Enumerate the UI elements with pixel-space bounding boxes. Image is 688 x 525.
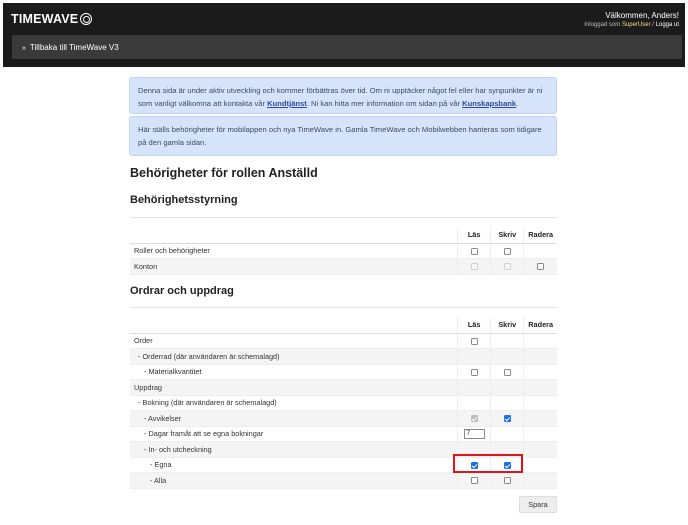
highlight-annotation-box [453, 454, 523, 473]
table-row: - Materialkvantitet [130, 364, 557, 380]
row-label: Order [130, 333, 458, 349]
divider [130, 217, 557, 218]
read-checkbox-checked-disabled [470, 415, 478, 423]
table-header-row: Läs Skriv Radera [130, 317, 557, 334]
logo-text: TIMEWAVE [11, 12, 79, 26]
table-row: - Dagar framåt att se egna bokningar 7 [130, 426, 557, 442]
table-row: - Orderrad (där användaren är schemalagd… [130, 348, 557, 365]
row-label: - Avvikelser [130, 410, 458, 427]
info-text: . Ni kan hitta mer information om sidan … [306, 99, 463, 108]
section-title-orders-assignments: Ordrar och uppdrag [130, 285, 234, 297]
read-checkbox[interactable] [470, 337, 478, 345]
column-header-label [130, 227, 458, 244]
delete-checkbox[interactable] [537, 263, 545, 271]
table-row: Order [130, 333, 557, 349]
logo[interactable]: TIMEWAVE [11, 12, 93, 26]
row-label: Uppdrag [130, 379, 458, 396]
user-link[interactable]: SuperUser [622, 22, 651, 28]
read-checkbox[interactable] [470, 368, 478, 376]
write-checkbox[interactable] [503, 247, 511, 255]
row-label: - In- och utcheckning [130, 441, 458, 458]
read-checkbox-disabled [470, 263, 478, 271]
table-row: Konton [130, 258, 557, 275]
login-status: Inloggad som SuperUser / Logga ut [584, 22, 679, 28]
divider [130, 307, 557, 308]
top-bar: TIMEWAVE Välkommen, Anders! Inloggad som… [3, 3, 685, 67]
table-header-row: Läs Skriv Radera [130, 227, 557, 244]
column-header-read: Läs [457, 317, 491, 334]
back-link[interactable]: » Tillbaka till TimeWave V3 [22, 43, 119, 52]
chevron-right-icon: » [22, 45, 26, 52]
back-link-label: Tillbaka till TimeWave V3 [29, 43, 119, 52]
kunskapsbank-link[interactable]: Kunskapsbank [462, 99, 516, 108]
column-header-delete: Radera [523, 317, 557, 334]
info-text: Här ställs behörigheter för mobilappen o… [138, 125, 542, 147]
column-header-label [130, 317, 458, 334]
permission-table-management: Läs Skriv Radera Roller och behörigheter… [130, 227, 557, 275]
save-button[interactable]: Spara [519, 496, 557, 513]
table-row: - Alla [130, 472, 557, 489]
days-ahead-input[interactable]: 7 [463, 428, 485, 439]
separator: / [652, 22, 654, 28]
column-header-write: Skriv [490, 317, 524, 334]
table-row: Uppdrag [130, 379, 557, 396]
table-row: - Avvikelser [130, 410, 557, 427]
table-row: - Bokning (där användaren är schemalagd) [130, 395, 557, 411]
logo-wave-icon [80, 13, 93, 25]
row-label: - Egna [130, 457, 458, 473]
section-title-permission-management: Behörighetsstyrning [130, 194, 238, 206]
info-box-development: Denna sida är under aktiv utveckling och… [129, 77, 557, 114]
row-label: - Orderrad (där användaren är schemalagd… [130, 348, 458, 365]
sub-navigation-bar: » Tillbaka till TimeWave V3 [12, 35, 682, 59]
column-header-read: Läs [457, 227, 491, 244]
column-header-delete: Radera [523, 227, 557, 244]
welcome-text: Välkommen, Anders! [605, 11, 679, 20]
page-title: Behörigheter för rollen Anställd [130, 166, 318, 180]
write-checkbox-disabled [503, 263, 511, 271]
row-label: - Bokning (där användaren är schemalagd) [130, 395, 458, 411]
row-label: - Alla [130, 472, 458, 489]
logout-link[interactable]: Logga ut [656, 22, 679, 28]
logged-in-prefix: Inloggad som [584, 22, 621, 28]
kundtjanst-link[interactable]: Kundtjänst [267, 99, 307, 108]
info-text: . [516, 99, 519, 108]
table-row: Roller och behörigheter [130, 243, 557, 259]
column-header-write: Skriv [490, 227, 524, 244]
write-checkbox[interactable] [503, 368, 511, 376]
row-label: - Materialkvantitet [130, 364, 458, 380]
read-checkbox[interactable] [470, 247, 478, 255]
row-label: Roller och behörigheter [130, 243, 458, 259]
write-checkbox-checked[interactable] [503, 415, 511, 423]
info-box-scope: Här ställs behörigheter för mobilappen o… [129, 116, 557, 156]
row-label: Konton [130, 258, 458, 275]
row-label: - Dagar framåt att se egna bokningar [130, 426, 458, 442]
read-checkbox[interactable] [470, 477, 478, 485]
write-checkbox[interactable] [503, 477, 511, 485]
